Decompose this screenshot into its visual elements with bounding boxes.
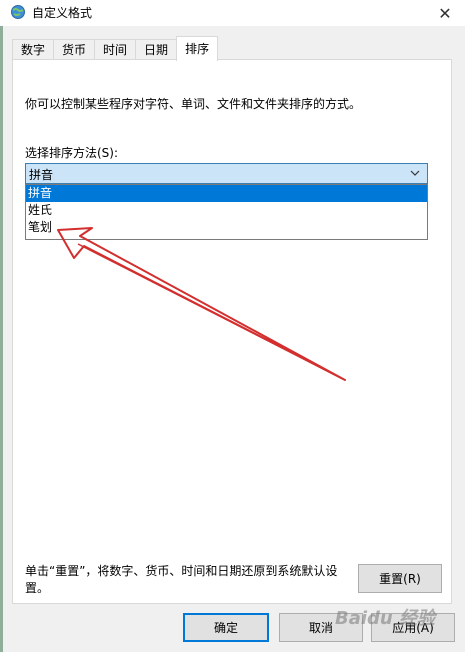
sort-method-dropdown: 拼音 姓氏 笔划: [25, 184, 428, 240]
reset-button[interactable]: 重置(R): [358, 564, 442, 593]
reset-description: 单击“重置”，将数字、货币、时间和日期还原到系统默认设置。: [25, 564, 338, 595]
sort-method-label: 选择排序方法(S):: [25, 146, 119, 160]
option-pinyin[interactable]: 拼音: [26, 185, 427, 202]
sort-tab-panel: 你可以控制某些程序对字符、单词、文件和文件夹排序的方式。 选择排序方法(S): …: [12, 59, 452, 604]
tab-time[interactable]: 时间: [94, 39, 137, 60]
custom-format-dialog: 自定义格式 ✕ 数字 货币 时间 日期 排序 你可以控制某些程序对字符、单词、文…: [0, 0, 465, 652]
tab-currency[interactable]: 货币: [53, 39, 96, 60]
window-left-edge: [0, 26, 3, 652]
sort-method-select[interactable]: 拼音: [25, 163, 428, 184]
option-surname[interactable]: 姓氏: [26, 202, 427, 219]
title-bar: 自定义格式 ✕: [0, 0, 465, 26]
option-stroke[interactable]: 笔划: [26, 219, 427, 236]
sort-description: 你可以控制某些程序对字符、单词、文件和文件夹排序的方式。: [25, 97, 362, 111]
cancel-button[interactable]: 取消: [279, 613, 363, 642]
tab-bar: 数字 货币 时间 日期 排序: [12, 36, 219, 61]
tab-date[interactable]: 日期: [135, 39, 178, 60]
globe-settings-icon: [11, 5, 25, 19]
close-icon: ✕: [438, 3, 452, 23]
chevron-down-icon: [410, 170, 420, 176]
ok-button[interactable]: 确定: [183, 613, 269, 642]
select-current-value: 拼音: [29, 168, 54, 182]
close-button[interactable]: ✕: [425, 0, 465, 26]
tab-sort[interactable]: 排序: [176, 36, 219, 61]
window-title: 自定义格式: [32, 6, 93, 20]
tab-number[interactable]: 数字: [12, 39, 55, 60]
apply-button[interactable]: 应用(A): [371, 613, 455, 642]
